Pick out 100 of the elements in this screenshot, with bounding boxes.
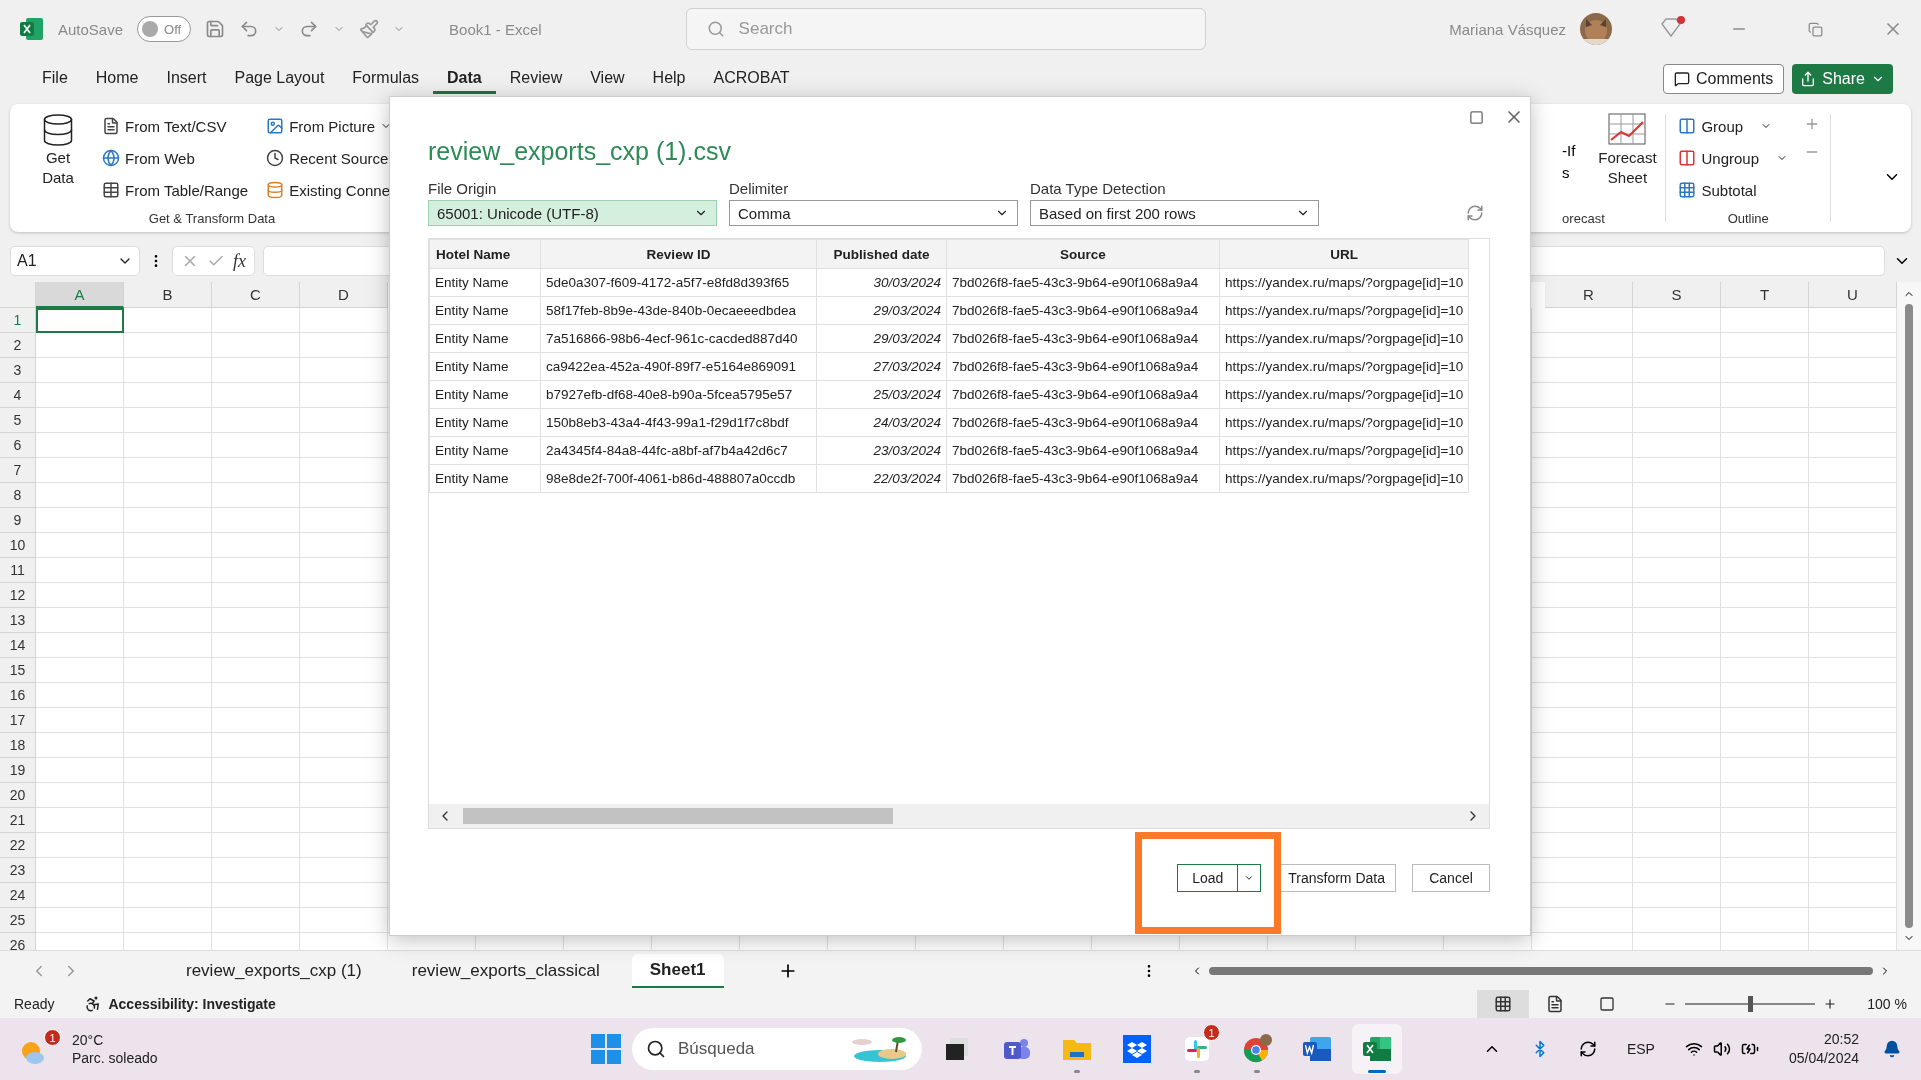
row-header[interactable]: 7 xyxy=(0,458,36,483)
ribbon-tab[interactable]: Page Layout xyxy=(220,64,339,94)
ribbon-tab[interactable]: ACROBAT xyxy=(699,64,804,94)
row-header[interactable]: 14 xyxy=(0,633,36,658)
word-icon xyxy=(1302,1035,1332,1063)
restore-icon[interactable] xyxy=(1808,21,1823,37)
field-label: Delimiter xyxy=(729,180,790,197)
row-header[interactable]: 23 xyxy=(0,858,36,883)
taskbar-app[interactable]: 1 xyxy=(1172,1024,1222,1074)
column-header[interactable]: C xyxy=(212,282,300,308)
ribbon-tab[interactable]: Formulas xyxy=(338,64,434,94)
dropdown-field[interactable]: Based on first 200 rows xyxy=(1030,200,1319,226)
ribbon-tab[interactable]: Home xyxy=(81,64,153,94)
cancel-button[interactable]: Cancel xyxy=(1412,864,1490,892)
column-header[interactable]: A xyxy=(36,282,124,308)
cell-grid[interactable] xyxy=(36,308,388,950)
row-header[interactable]: 13 xyxy=(0,608,36,633)
sheet-tab[interactable]: Sheet1 xyxy=(631,953,724,988)
name-box[interactable]: A1 xyxy=(10,246,140,276)
dropdown-field[interactable]: Comma xyxy=(729,200,1018,226)
column-header[interactable]: B xyxy=(124,282,212,308)
share-button[interactable]: Share xyxy=(1792,64,1893,94)
row-header[interactable]: 11 xyxy=(0,558,36,583)
row-header[interactable]: 18 xyxy=(0,733,36,758)
ribbon-tab[interactable]: Insert xyxy=(152,64,221,94)
row-header[interactable]: 9 xyxy=(0,508,36,533)
what-if-label[interactable]: s xyxy=(1562,162,1576,184)
insert-function-button[interactable]: fx xyxy=(233,250,246,272)
row-header[interactable]: 21 xyxy=(0,808,36,833)
maximize-icon[interactable] xyxy=(1469,109,1484,125)
autosave-toggle[interactable]: Off xyxy=(137,16,192,42)
sheet-tab[interactable]: review_exports_classical xyxy=(393,954,618,987)
ribbon-tab[interactable]: Review xyxy=(495,64,577,94)
cell-grid[interactable] xyxy=(1545,308,1897,950)
row-header[interactable]: 20 xyxy=(0,783,36,808)
excel-icon xyxy=(1362,1035,1392,1063)
row-header[interactable]: 5 xyxy=(0,408,36,433)
row-header[interactable]: 17 xyxy=(0,708,36,733)
clock-date[interactable]: 05/04/2024 xyxy=(1788,1049,1859,1068)
sheet-tab[interactable]: review_exports_cxp (1) xyxy=(168,954,380,987)
row-header[interactable]: 10 xyxy=(0,533,36,558)
row-header[interactable]: 19 xyxy=(0,758,36,783)
volume-icon[interactable] xyxy=(1712,1040,1731,1058)
save-icon[interactable] xyxy=(205,19,226,39)
redo-icon[interactable] xyxy=(299,19,320,39)
highlight-icon[interactable] xyxy=(359,19,380,39)
ribbon-command[interactable]: From Web xyxy=(100,142,251,174)
taskbar-search-field[interactable]: Búsqueda xyxy=(632,1028,922,1070)
temperature[interactable]: 20°C xyxy=(72,1031,158,1049)
row-header[interactable]: 22 xyxy=(0,833,36,858)
row-header[interactable]: 26 xyxy=(0,933,36,950)
show-detail-icon[interactable] xyxy=(1804,116,1820,132)
ribbon-command[interactable]: Existing Conne xyxy=(264,174,394,206)
ribbon-command[interactable]: Recent Source xyxy=(264,142,394,174)
row-header[interactable]: 8 xyxy=(0,483,36,508)
ribbon-command[interactable]: Subtotal xyxy=(1676,174,1790,206)
table-cell: https://yandex.ru/maps/?orgpage[id]=10 xyxy=(1219,464,1469,493)
column-header[interactable]: R xyxy=(1545,282,1633,308)
ribbon-tab[interactable]: Help xyxy=(638,64,700,94)
refresh-icon[interactable] xyxy=(1466,204,1484,222)
what-if-label[interactable]: -If xyxy=(1562,140,1576,162)
weather-condition[interactable]: Parc. soleado xyxy=(72,1049,158,1067)
ribbon-command[interactable]: From Picture xyxy=(264,110,394,142)
active-cell[interactable] xyxy=(36,308,124,333)
ribbon-command[interactable]: From Table/Range xyxy=(100,174,251,206)
row-header[interactable]: 4 xyxy=(0,383,36,408)
row-header[interactable]: 12 xyxy=(0,583,36,608)
column-header[interactable]: U xyxy=(1809,282,1897,308)
ribbon-command[interactable]: Ungroup xyxy=(1676,142,1790,174)
ribbon-command[interactable]: Group xyxy=(1676,110,1790,142)
column-header[interactable]: T xyxy=(1721,282,1809,308)
row-header[interactable]: 16 xyxy=(0,683,36,708)
row-header[interactable]: 6 xyxy=(0,433,36,458)
view-button[interactable] xyxy=(1477,990,1530,1018)
ribbon-tab[interactable]: File xyxy=(28,64,82,94)
windows-start-icon[interactable] xyxy=(590,1033,622,1065)
row-header[interactable]: 24 xyxy=(0,883,36,908)
forecast-sheet-button[interactable]: Forecast Sheet xyxy=(1589,110,1666,190)
row-header[interactable]: 15 xyxy=(0,658,36,683)
get-data-button[interactable]: Get Data xyxy=(30,110,86,206)
row-header[interactable]: 1 xyxy=(0,308,36,333)
row-header[interactable]: 25 xyxy=(0,908,36,933)
column-header[interactable]: S xyxy=(1633,282,1721,308)
ribbon-command[interactable]: From Text/CSV xyxy=(100,110,251,142)
row-header[interactable]: 2 xyxy=(0,333,36,358)
wifi-icon[interactable] xyxy=(1684,1040,1703,1058)
vertical-scrollbar[interactable] xyxy=(1897,282,1921,950)
notifications-icon[interactable] xyxy=(1883,1040,1901,1058)
sync-icon[interactable] xyxy=(1578,1040,1597,1058)
dropdown-field[interactable]: 65001: Unicode (UTF-8) xyxy=(428,200,717,226)
comments-button[interactable]: Comments xyxy=(1662,64,1785,94)
ribbon-tab[interactable]: View xyxy=(576,64,639,94)
horizontal-scrollbar[interactable] xyxy=(429,804,1489,828)
language-indicator[interactable]: ESP xyxy=(1626,1041,1655,1057)
clock-time[interactable]: 20:52 xyxy=(1823,1030,1859,1049)
zoom-in-icon[interactable] xyxy=(1823,997,1838,1011)
accessibility-status[interactable]: Accessibility: Investigate xyxy=(108,996,276,1012)
column-header[interactable]: D xyxy=(300,282,388,308)
row-header[interactable]: 3 xyxy=(0,358,36,383)
zoom-level[interactable]: 100 % xyxy=(1867,996,1907,1012)
